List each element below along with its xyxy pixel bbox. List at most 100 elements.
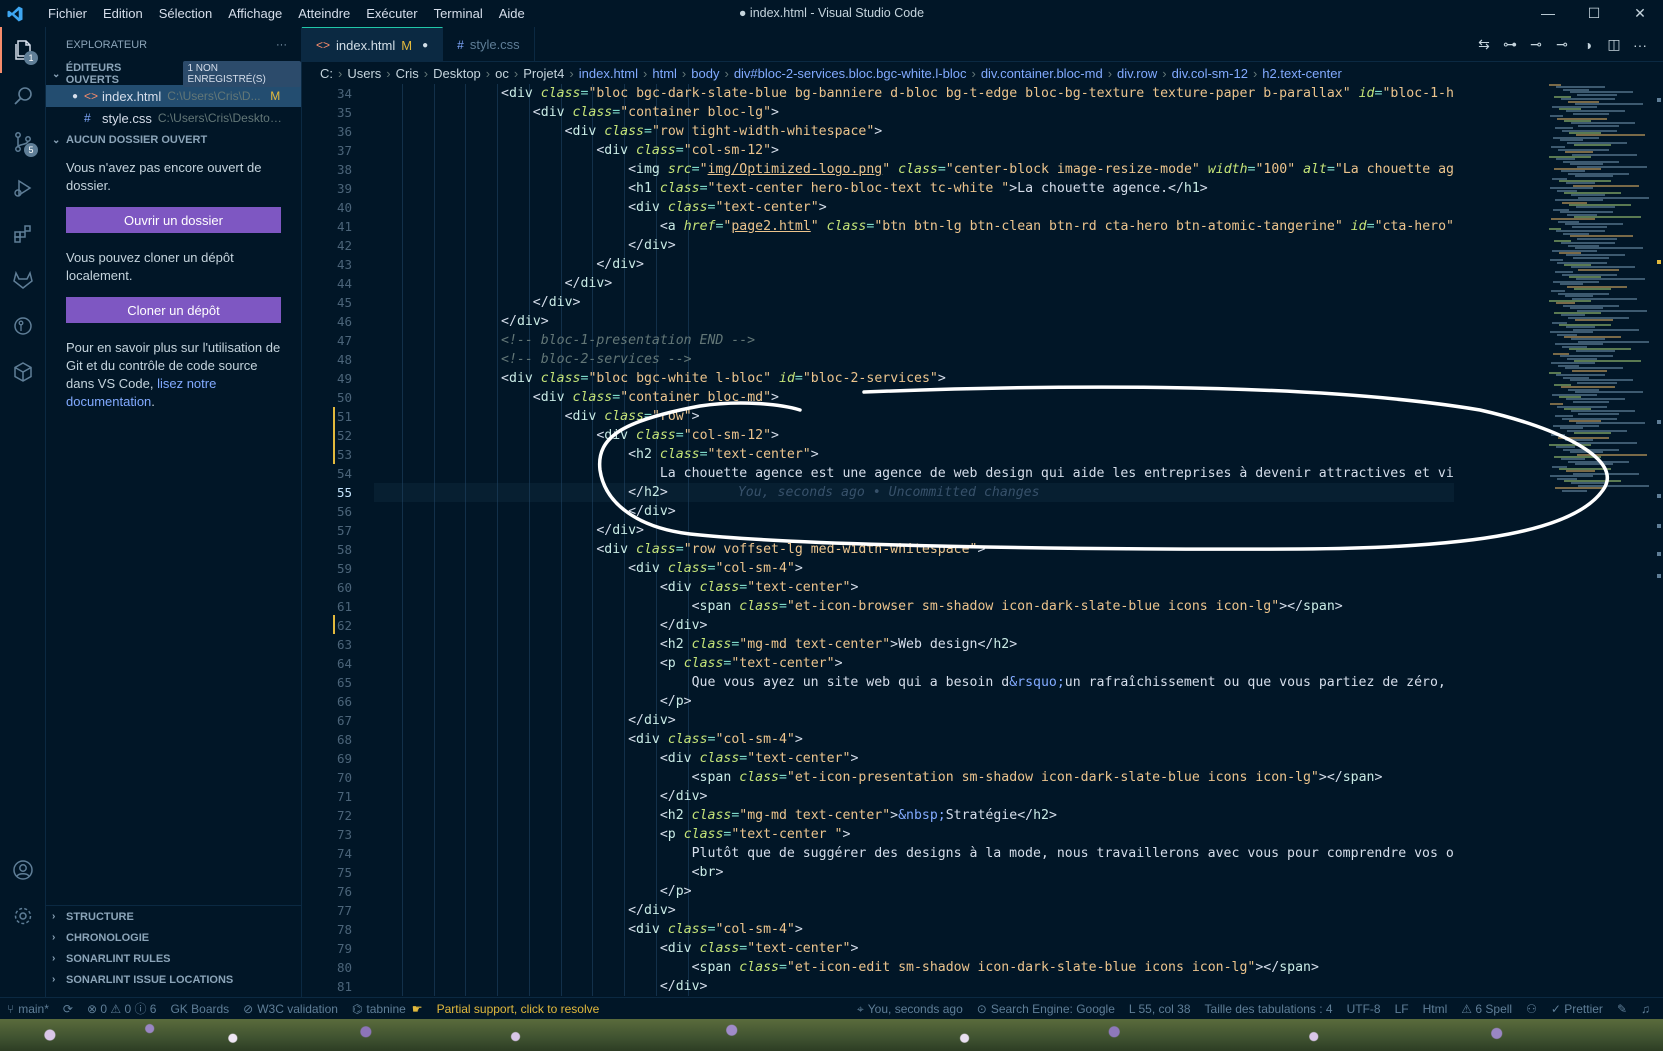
code-line[interactable]: <div class="row tight-width-whitespace">: [374, 122, 1454, 141]
code-line[interactable]: <div class="col-sm-4">: [374, 559, 1454, 578]
code-line[interactable]: La chouette agence est une agence de web…: [374, 464, 1454, 483]
breadcrumb-item[interactable]: div#bloc-2-services.bloc.bgc-white.l-blo…: [734, 66, 967, 81]
more-actions-icon[interactable]: ···: [276, 39, 287, 51]
code-line[interactable]: <span class="et-icon-edit sm-shadow icon…: [374, 958, 1454, 977]
structure-section[interactable]: › STRUCTURE: [46, 906, 302, 927]
problems-indicator[interactable]: ⊗ 0 ⚠ 0 ⓘ 6: [80, 1000, 164, 1017]
unsaved-dot-icon[interactable]: ●: [422, 40, 428, 51]
breadcrumb-item[interactable]: html: [652, 66, 677, 81]
code-line[interactable]: <div class="row">: [374, 407, 1454, 426]
breadcrumb-item[interactable]: div.col-sm-12: [1172, 66, 1248, 81]
open-editors-section[interactable]: ⌄ ÉDITEURS OUVERTS 1 NON ENREGISTRÉ(S): [46, 61, 301, 87]
breadcrumb-item[interactable]: div.container.bloc-md: [981, 66, 1103, 81]
menu-terminal[interactable]: Terminal: [426, 0, 491, 27]
code-line[interactable]: <h2 class="text-center">: [374, 445, 1454, 464]
code-line[interactable]: <span class="et-icon-presentation sm-sha…: [374, 768, 1454, 787]
code-line[interactable]: <div class="col-sm-4">: [374, 920, 1454, 939]
source-control-activity-button[interactable]: 5: [0, 119, 46, 165]
code-line[interactable]: <div class="bloc bgc-dark-slate-blue bg-…: [374, 84, 1454, 103]
code-line[interactable]: </div>: [374, 236, 1454, 255]
accounts-activity-button[interactable]: [0, 847, 46, 893]
code-line[interactable]: <div class="text-center">: [374, 198, 1454, 217]
open-editor-style-css[interactable]: # style.css C:\Users\Cris\Desktop\o...: [46, 107, 301, 129]
more-actions-icon[interactable]: ···: [1627, 37, 1653, 53]
extensions-activity-button[interactable]: [0, 211, 46, 257]
cursor-position[interactable]: L 55, col 38: [1122, 1002, 1198, 1016]
clone-repository-button[interactable]: Cloner un dépôt: [66, 297, 281, 323]
menu-selection[interactable]: Sélection: [151, 0, 220, 27]
menu-affichage[interactable]: Affichage: [220, 0, 290, 27]
maximize-icon[interactable]: ☐: [1571, 0, 1617, 27]
unsaved-dot-icon[interactable]: ●: [72, 91, 84, 102]
code-line[interactable]: </div>: [374, 274, 1454, 293]
code-line[interactable]: <h1 class="text-center hero-bloc-text tc…: [374, 179, 1454, 198]
code-line[interactable]: <div class="col-sm-4">: [374, 730, 1454, 749]
code-line[interactable]: <div class="text-center">: [374, 578, 1454, 597]
breadcrumb-item[interactable]: div.row: [1117, 66, 1157, 81]
language-mode[interactable]: Html: [1416, 1002, 1455, 1016]
open-folder-button[interactable]: Ouvrir un dossier: [66, 207, 281, 233]
prettier-status[interactable]: ✓ Prettier: [1544, 1002, 1610, 1016]
code-line[interactable]: <div class="bloc bgc-white l-bloc" id="b…: [374, 369, 1454, 388]
code-line[interactable]: <h2 class="mg-md text-center">&nbsp;Stra…: [374, 806, 1454, 825]
menu-aide[interactable]: Aide: [491, 0, 533, 27]
code-line[interactable]: </div>: [374, 901, 1454, 920]
code-line[interactable]: </div>: [374, 255, 1454, 274]
menu-atteindre[interactable]: Atteindre: [290, 0, 358, 27]
split-editor-icon[interactable]: ◫: [1601, 36, 1627, 53]
code-line[interactable]: Plutôt que de suggérer des designs à la …: [374, 844, 1454, 863]
open-editor-index-html[interactable]: ● <> index.html C:\Users\Cris\D... M: [46, 85, 301, 107]
explorer-activity-button[interactable]: 1: [0, 27, 46, 73]
code-line[interactable]: </div>: [374, 787, 1454, 806]
code-line[interactable]: <p class="text-center">: [374, 654, 1454, 673]
code-line[interactable]: <!-- bloc-1-presentation END -->: [374, 331, 1454, 350]
code-line[interactable]: <span class="et-icon-browser sm-shadow i…: [374, 597, 1454, 616]
code-editor[interactable]: 34 35 36 37 38 39 40 41 42 43 44 45 46 47 48 49 50 51 52 53…: [302, 84, 1663, 996]
code-line[interactable]: <div class="container bloc-lg">: [374, 103, 1454, 122]
breadcrumb-item[interactable]: index.html: [579, 66, 638, 81]
partial-support-warning[interactable]: Partial support, click to resolve: [430, 1002, 607, 1016]
scrollbar[interactable]: [1649, 84, 1663, 996]
breadcrumb-item[interactable]: Users: [347, 66, 381, 81]
code-line[interactable]: <div class="row voffset-lg med-width-whi…: [374, 540, 1454, 559]
code-line[interactable]: </div>: [374, 977, 1454, 996]
code-line[interactable]: <div class="container bloc-md">: [374, 388, 1454, 407]
open-changes-icon[interactable]: ⊶: [1497, 36, 1523, 53]
tab-size[interactable]: Taille des tabulations : 4: [1198, 1002, 1340, 1016]
timeline-section[interactable]: › CHRONOLOGIE: [46, 927, 302, 948]
code-line[interactable]: </div>: [374, 616, 1454, 635]
code-line[interactable]: </div>: [374, 293, 1454, 312]
tabnine-status[interactable]: ⌬ tabnine ☛: [345, 1002, 430, 1016]
menu-fichier[interactable]: Fichier: [40, 0, 95, 27]
minimap[interactable]: [1539, 84, 1649, 996]
minimize-icon[interactable]: —: [1525, 0, 1571, 27]
code-line[interactable]: <img src="img/Optimized-logo.png" class=…: [374, 160, 1454, 179]
sonarlint-issue-locations-section[interactable]: › SONARLINT ISSUE LOCATIONS: [46, 969, 302, 990]
menu-executer[interactable]: Exécuter: [358, 0, 425, 27]
w3c-validation[interactable]: ⊘ W3C validation: [236, 1002, 345, 1016]
previous-change-icon[interactable]: ⊸: [1523, 36, 1549, 53]
copilot-icon[interactable]: ⚇: [1519, 1002, 1544, 1016]
modified-lines-marker[interactable]: [333, 407, 335, 464]
spell-check[interactable]: ⚠ 6 Spell: [1454, 1002, 1519, 1016]
code-lines[interactable]: <div class="bloc bgc-dark-slate-blue bg-…: [374, 84, 1454, 996]
close-icon[interactable]: ✕: [1617, 0, 1663, 27]
code-line[interactable]: Que vous ayez un site web qui a besoin d…: [374, 673, 1454, 692]
code-line[interactable]: <div class="text-center">: [374, 749, 1454, 768]
breadcrumb-item[interactable]: Desktop: [433, 66, 481, 81]
code-line[interactable]: <p class="text-center ">: [374, 825, 1454, 844]
code-line[interactable]: </h2> You, seconds ago • Uncommitted chan…: [374, 483, 1454, 502]
breadcrumb-item[interactable]: C:: [320, 66, 333, 81]
compare-changes-icon[interactable]: ⇆: [1471, 36, 1497, 53]
gk-boards[interactable]: GK Boards: [163, 1002, 236, 1016]
no-folder-section[interactable]: ⌄ AUCUN DOSSIER OUVERT: [46, 129, 301, 151]
breadcrumb-item[interactable]: Projet4: [523, 66, 564, 81]
search-activity-button[interactable]: [0, 73, 46, 119]
code-line[interactable]: </div>: [374, 312, 1454, 331]
manage-activity-button[interactable]: [0, 893, 46, 939]
run-debug-activity-button[interactable]: [0, 165, 46, 211]
menu-edition[interactable]: Edition: [95, 0, 151, 27]
sonarlint-rules-section[interactable]: › SONARLINT RULES: [46, 948, 302, 969]
code-line[interactable]: </p>: [374, 882, 1454, 901]
breadcrumb-item[interactable]: oc: [495, 66, 509, 81]
